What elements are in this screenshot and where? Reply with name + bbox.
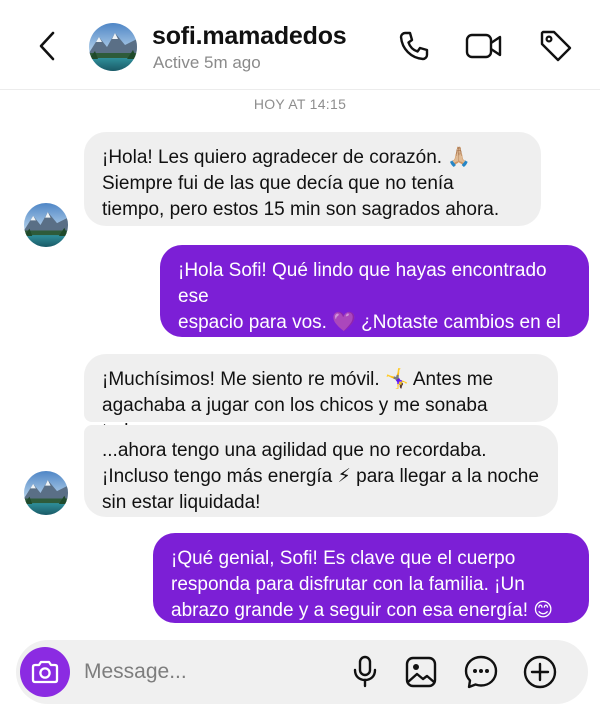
date-separator: HOY AT 14:15 [253,96,347,112]
contact-username[interactable]: sofi.mamadedos [152,22,347,51]
camera-icon [31,660,59,684]
camera-button[interactable] [20,647,70,697]
contact-avatar[interactable] [89,23,137,71]
back-button[interactable] [32,28,62,64]
message-incoming[interactable]: ¡Muchísimos! Me siento re móvil. 🤸‍♀️ An… [84,354,558,442]
message-incoming[interactable]: ...ahora tengo una agilidad que no recor… [84,425,558,517]
message-outgoing[interactable]: ¡Qué genial, Sofi! Es clave que el cuerp… [153,533,589,623]
tag-button[interactable] [536,26,576,66]
message-incoming[interactable]: ¡Hola! Les quiero agradecer de corazón. … [84,132,541,226]
header-divider [0,89,600,90]
sticker-button[interactable] [461,652,501,692]
audio-call-button[interactable] [394,26,434,66]
contact-avatar-small [24,471,68,515]
contact-status: Active 5m ago [153,53,261,72]
tag-icon [540,30,572,62]
plus-circle-icon [523,655,557,689]
phone-icon [399,31,429,61]
image-icon [405,656,437,688]
video-call-button[interactable] [464,26,504,66]
message-outgoing[interactable]: ¡Hola Sofi! Qué lindo que hayas encontra… [160,245,589,359]
conversation-header: sofi.mamadedos Active 5m ago [0,0,600,90]
video-camera-icon [465,33,502,59]
gallery-button[interactable] [401,652,441,692]
contact-avatar-small [24,203,68,247]
back-chevron-icon [39,31,55,61]
microphone-icon [353,655,377,688]
more-options-button[interactable] [520,652,560,692]
sticker-chat-icon [464,655,498,689]
voice-message-button[interactable] [345,652,385,692]
message-input[interactable] [84,652,334,692]
